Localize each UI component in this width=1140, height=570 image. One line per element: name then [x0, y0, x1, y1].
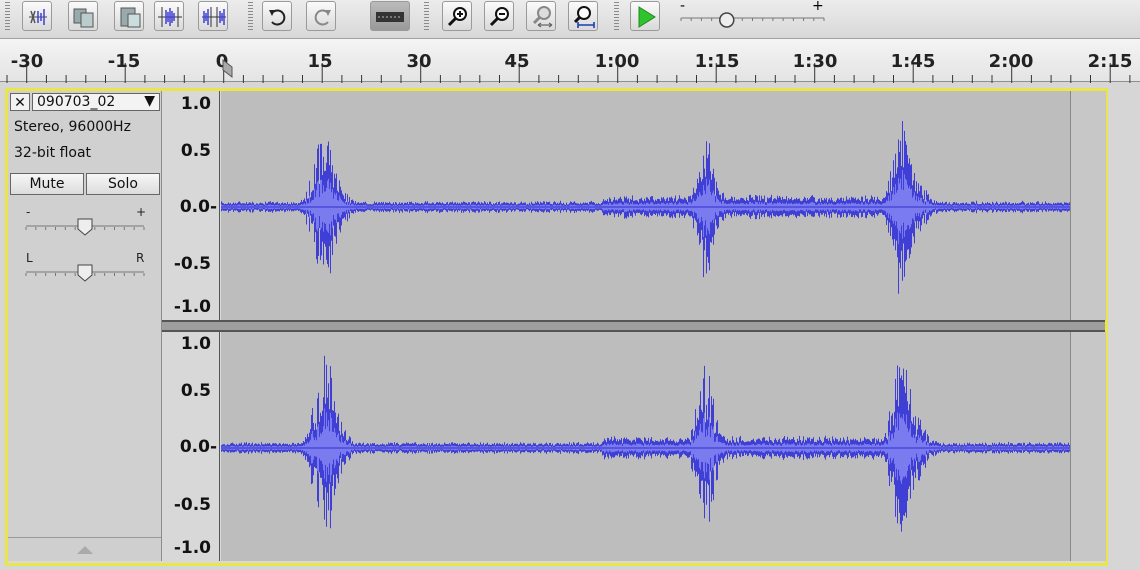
redo-button[interactable]: [306, 1, 336, 31]
paste-button[interactable]: [114, 1, 144, 31]
trim-button[interactable]: [22, 1, 52, 31]
ruler-label: 1:00: [594, 51, 640, 72]
ruler-label: 30: [406, 51, 432, 72]
play-speed-slider[interactable]: - +: [678, 0, 828, 30]
scale-label: -1.0: [173, 538, 211, 558]
sync-lock-button[interactable]: [370, 1, 410, 31]
scale-label: -1.0: [173, 297, 211, 317]
ruler-label: 45: [504, 51, 530, 72]
scale-label: -0.5: [173, 254, 211, 274]
waveform-right-channel[interactable]: [221, 332, 1070, 561]
toolbar-grip[interactable]: [248, 2, 253, 32]
paste-icon: [120, 7, 141, 28]
copy-icon: [73, 8, 94, 28]
trim-audio-button[interactable]: [154, 1, 184, 31]
scale-label: 1.0: [180, 94, 211, 114]
redo-icon: [314, 9, 331, 26]
track-control-panel: ✕ 090703_02 ▼ Stereo, 96000Hz 32-bit flo…: [8, 91, 162, 561]
pan-slider-thumb: [77, 264, 93, 282]
amplitude-scale-top: 1.0 0.5 0.0- -0.5 -1.0: [162, 91, 220, 320]
undo-button[interactable]: [262, 1, 292, 31]
track-bit-depth: 32-bit float: [14, 145, 92, 161]
track-name-menu[interactable]: 090703_02 ▼: [32, 93, 160, 111]
dropdown-arrow-icon: ▼: [144, 93, 155, 109]
play-at-speed-icon: [638, 6, 656, 28]
scale-label: -0.5: [173, 495, 211, 515]
collapse-up-icon: [77, 546, 93, 554]
gain-slider[interactable]: [22, 215, 152, 241]
timeline-ruler[interactable]: -30 -15 0 15 30 45 1:00 1:15 1:30 1:45 2…: [0, 38, 1140, 83]
waveform-right-graphic: [221, 355, 1070, 532]
track-empty-area[interactable]: [1070, 91, 1106, 320]
zoom-out-button[interactable]: [484, 1, 514, 31]
scale-label: 0.5: [180, 381, 211, 401]
slider-thumb[interactable]: [719, 12, 735, 28]
scale-label: 0.0-: [179, 197, 217, 217]
track-empty-area[interactable]: [1070, 332, 1106, 561]
zoom-in-icon: [447, 7, 467, 27]
ruler-label: 1:30: [792, 51, 838, 72]
track-format: Stereo, 96000Hz: [14, 119, 131, 135]
solo-button[interactable]: Solo: [86, 173, 160, 195]
gain-slider-thumb: [77, 218, 93, 236]
undo-icon: [269, 9, 286, 26]
trim-audio-icon: [158, 7, 182, 27]
waveform-left-graphic: [221, 121, 1070, 294]
scale-label: 0.0-: [179, 437, 217, 457]
toolbar-grip[interactable]: [424, 2, 429, 32]
amplitude-scale-bottom: 1.0 0.5 0.0- -0.5 -1.0: [162, 332, 220, 561]
fit-selection-button[interactable]: [526, 1, 556, 31]
play-at-speed-button[interactable]: [630, 1, 660, 31]
play-speed-slider-track: [680, 12, 825, 28]
slider-plus-label: +: [812, 0, 824, 14]
ruler-label: -15: [107, 51, 141, 72]
mute-button[interactable]: Mute: [10, 173, 84, 195]
toolbar-grip[interactable]: [614, 2, 619, 32]
ruler-label: 15: [307, 51, 333, 72]
waveform-left-channel[interactable]: [221, 91, 1070, 320]
ruler-label: -30: [10, 51, 44, 72]
track-collapse-button[interactable]: [8, 537, 161, 560]
ruler-label: 1:45: [890, 51, 936, 72]
ruler-label: 1:15: [694, 51, 740, 72]
track-close-button[interactable]: ✕: [10, 93, 30, 111]
ruler-ticks: [6, 63, 1131, 83]
ruler-label: 2:00: [988, 51, 1034, 72]
slider-minus-label: -: [680, 0, 686, 14]
zoom-out-icon: [489, 7, 509, 27]
channel-separator[interactable]: [162, 320, 1105, 332]
silence-audio-button[interactable]: [198, 1, 228, 31]
toolbar-grip[interactable]: [5, 2, 10, 32]
trim-icon: [29, 9, 47, 25]
pan-slider[interactable]: [22, 261, 152, 287]
ruler-label: 2:15: [1087, 51, 1133, 72]
fit-selection-icon: [532, 6, 553, 28]
toolbar: - +: [0, 0, 1140, 38]
play-cursor-icon[interactable]: [222, 59, 234, 79]
sync-lock-icon: [376, 12, 404, 22]
fit-project-icon: [573, 6, 595, 28]
scale-label: 1.0: [180, 334, 211, 354]
copy-button[interactable]: [68, 1, 98, 31]
silence-audio-icon: [202, 7, 226, 27]
fit-project-button[interactable]: [568, 1, 598, 31]
scale-label: 0.5: [180, 141, 211, 161]
track-name: 090703_02: [37, 94, 116, 110]
zoom-in-button[interactable]: [442, 1, 472, 31]
